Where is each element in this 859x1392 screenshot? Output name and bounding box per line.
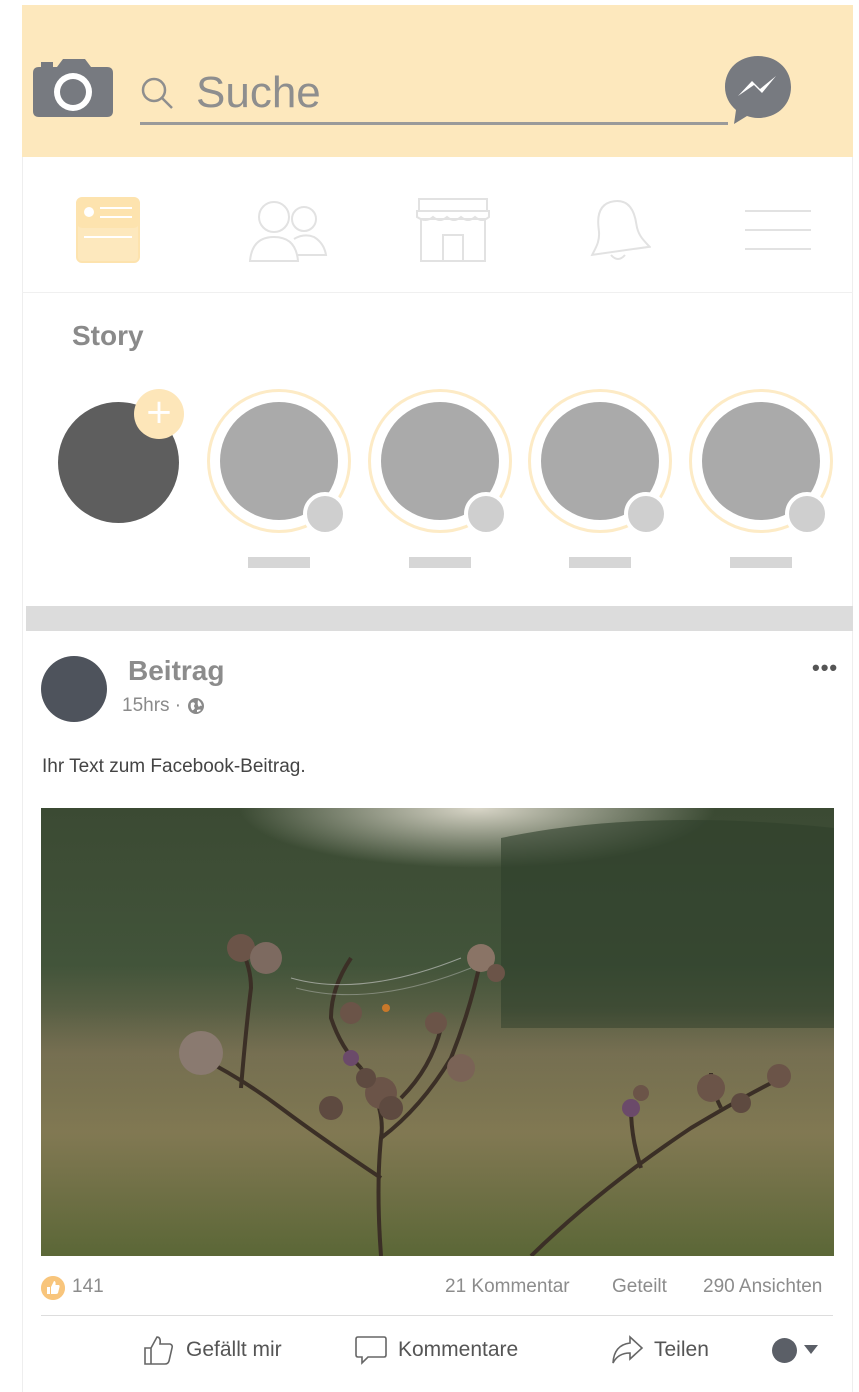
view-count: 290 Ansichten bbox=[703, 1276, 823, 1297]
post-options-button[interactable]: ••• bbox=[812, 655, 838, 681]
share-button[interactable]: Teilen bbox=[610, 1333, 709, 1367]
news-feed-icon[interactable] bbox=[76, 197, 140, 263]
like-button[interactable]: Gefällt mir bbox=[142, 1333, 282, 1367]
comment-button[interactable]: Kommentare bbox=[354, 1333, 518, 1367]
camera-icon[interactable] bbox=[33, 55, 113, 117]
search-input[interactable]: Suche bbox=[196, 68, 321, 118]
search-icon bbox=[141, 77, 173, 109]
stats-divider bbox=[41, 1315, 833, 1316]
stories-heading: Story bbox=[72, 320, 144, 351]
post-timestamp: 15hrs · bbox=[122, 695, 182, 716]
story-item[interactable] bbox=[689, 389, 833, 536]
comment-icon bbox=[355, 1336, 387, 1365]
friends-icon[interactable] bbox=[248, 197, 328, 263]
search-underline bbox=[140, 122, 728, 125]
post-photo[interactable] bbox=[41, 808, 834, 1256]
story-user-avatar bbox=[785, 492, 829, 536]
story-user-avatar bbox=[303, 492, 347, 536]
section-divider bbox=[26, 606, 853, 631]
messenger-icon[interactable] bbox=[723, 54, 793, 128]
add-story-button[interactable]: + bbox=[134, 389, 184, 439]
reaction-selector-avatar[interactable] bbox=[772, 1338, 797, 1363]
menu-icon[interactable] bbox=[745, 197, 811, 253]
share-count[interactable]: Geteilt bbox=[612, 1276, 667, 1298]
story-user-avatar bbox=[624, 492, 668, 536]
story-name-placeholder bbox=[569, 557, 631, 568]
marketplace-icon[interactable] bbox=[415, 197, 491, 263]
comment-label: Kommentare bbox=[398, 1338, 519, 1361]
story-item[interactable] bbox=[528, 389, 672, 536]
like-label: Gefällt mir bbox=[186, 1338, 282, 1361]
story-user-avatar bbox=[464, 492, 508, 536]
like-count[interactable]: 141 bbox=[72, 1276, 104, 1298]
share-icon bbox=[612, 1335, 644, 1364]
tab-bar bbox=[22, 157, 853, 293]
bell-icon[interactable] bbox=[585, 197, 651, 263]
story-name-placeholder bbox=[730, 557, 792, 568]
post-text: Ihr Text zum Facebook-Beitrag. bbox=[42, 756, 306, 777]
post-author-name[interactable]: Beitrag bbox=[128, 655, 224, 687]
story-name-placeholder bbox=[248, 557, 310, 568]
post-author-avatar[interactable] bbox=[41, 656, 107, 722]
story-item[interactable] bbox=[207, 389, 351, 536]
like-reaction-icon bbox=[41, 1276, 65, 1300]
comment-count[interactable]: 21 Kommentar bbox=[445, 1276, 570, 1298]
post-meta: 15hrs · bbox=[122, 695, 205, 717]
story-name-placeholder bbox=[409, 557, 471, 568]
share-label: Teilen bbox=[654, 1338, 709, 1361]
globe-icon bbox=[188, 698, 205, 714]
thumbs-up-icon bbox=[144, 1336, 174, 1365]
story-item[interactable] bbox=[368, 389, 512, 536]
chevron-down-icon[interactable] bbox=[804, 1345, 818, 1354]
